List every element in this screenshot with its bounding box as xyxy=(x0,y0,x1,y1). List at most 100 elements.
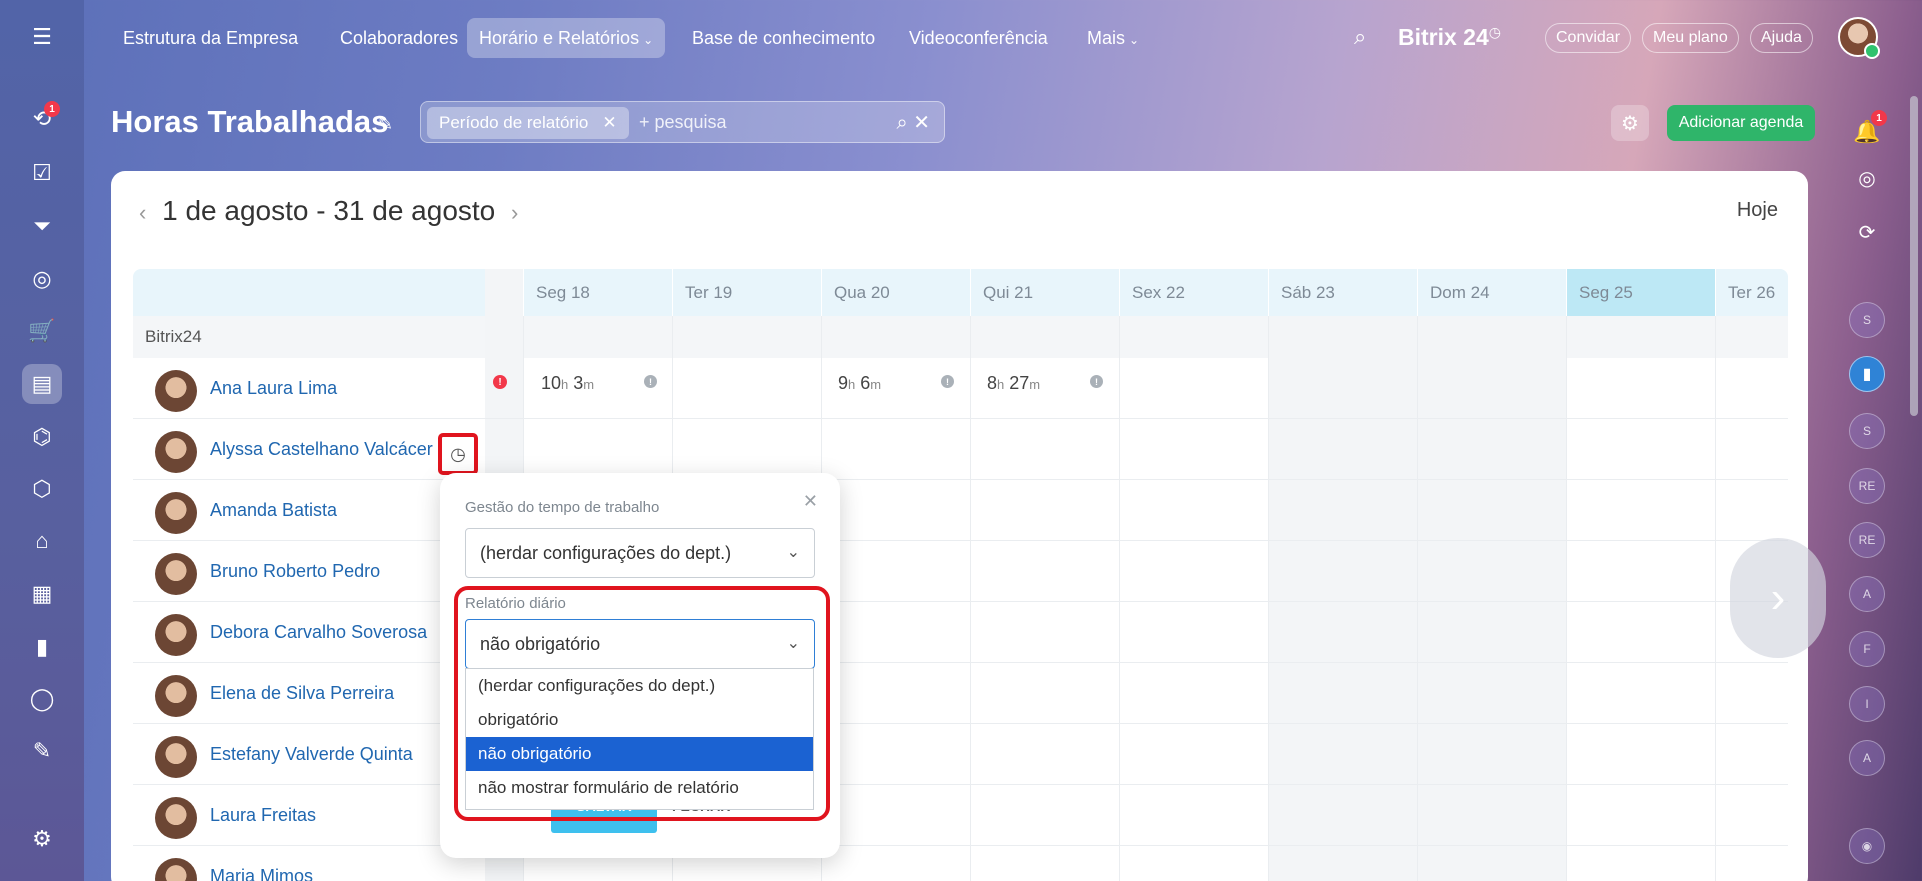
avatar xyxy=(155,370,197,412)
close-icon[interactable]: ✕ xyxy=(602,113,616,132)
info-icon[interactable]: ! xyxy=(941,375,954,388)
table-row: Laura Freitas xyxy=(133,785,1788,846)
time-management-select[interactable]: (herdar configurações do dept.) ⌄ xyxy=(465,528,815,578)
table-row: Estefany Valverde Quinta xyxy=(133,724,1788,785)
employee-name-link[interactable]: Maria Mimos xyxy=(210,866,313,881)
employee-name-link[interactable]: Alyssa Castelhano Valcácer xyxy=(210,439,433,460)
warning-icon[interactable]: ! xyxy=(493,375,507,389)
chat-avatar[interactable]: A xyxy=(1849,576,1885,612)
avatar xyxy=(155,736,197,778)
invite-button[interactable]: Convidar xyxy=(1545,23,1632,53)
scrollbar[interactable] xyxy=(1910,96,1918,416)
table-row: Elena de Silva Perreira xyxy=(133,663,1788,724)
time-entry[interactable]: 9h 6m xyxy=(838,373,881,394)
chevron-left-icon[interactable]: ‹ xyxy=(139,200,146,225)
department-label: Bitrix24 xyxy=(145,327,202,346)
chat-avatar[interactable]: S xyxy=(1849,413,1885,449)
chat-avatar[interactable]: RE xyxy=(1849,522,1885,558)
time-entry[interactable]: 8h 27m xyxy=(987,373,1040,394)
day-column-header: Seg 18 xyxy=(523,269,672,316)
day-column-header: Ter 26 xyxy=(1715,269,1788,316)
refresh-chat-icon[interactable]: ⟳ xyxy=(1851,216,1883,248)
add-schedule-button[interactable]: Adicionar agenda xyxy=(1667,105,1815,141)
avatar xyxy=(155,614,197,656)
left-sidebar: ☰ ⟲ 1 ☑ ⏷ ◎ 🛒 ▤ ⌬ ⬡ ⌂ ▦ ▮ ◯ ✎ ⚙ xyxy=(0,0,84,881)
gear-icon[interactable]: ⚙ xyxy=(1611,105,1649,141)
nav-videoconference[interactable]: Videoconferência xyxy=(897,18,1060,58)
chevron-down-icon: ⌄ xyxy=(786,544,800,561)
bell-icon[interactable]: 🔔 1 xyxy=(1849,110,1887,150)
day-column-header: Ter 19 xyxy=(672,269,821,316)
table-row: Maria Mimos xyxy=(133,846,1788,881)
robot-icon[interactable]: ⌬ xyxy=(22,417,62,457)
avatar xyxy=(155,675,197,717)
page-title: Horas Trabalhadas xyxy=(111,104,389,139)
target-icon[interactable]: ◎ xyxy=(1851,162,1883,194)
calendar-icon[interactable]: ▦ xyxy=(22,574,62,614)
chat-avatar[interactable]: I xyxy=(1849,686,1885,722)
notification-badge: 1 xyxy=(44,101,60,117)
filter-chip[interactable]: Período de relatório ✕ xyxy=(427,107,629,139)
user-avatar[interactable] xyxy=(1838,17,1880,59)
avatar xyxy=(155,431,197,473)
chart-icon[interactable]: ▮ xyxy=(22,627,62,667)
employee-name-link[interactable]: Estefany Valverde Quinta xyxy=(210,744,413,765)
help-button[interactable]: Ajuda xyxy=(1750,23,1813,53)
search-icon[interactable]: ⌕ xyxy=(1354,24,1366,50)
menu-icon[interactable]: ☰ xyxy=(22,17,62,57)
search-clear-icons[interactable]: ⌕ ✕ xyxy=(896,110,930,135)
clock-icon: ◷ xyxy=(1488,24,1501,40)
nav-time-reports[interactable]: Horário e Relatórios ⌄ xyxy=(467,18,666,58)
employee-name-link[interactable]: Debora Carvalho Soverosa xyxy=(210,622,427,643)
chat-avatar[interactable]: S xyxy=(1849,302,1885,338)
employee-name-link[interactable]: Amanda Batista xyxy=(210,500,337,521)
employee-name-link[interactable]: Bruno Roberto Pedro xyxy=(210,561,380,582)
nav-more[interactable]: Mais ⌄ xyxy=(1075,18,1151,58)
chat-avatar[interactable]: F xyxy=(1849,631,1885,667)
settings-icon[interactable]: ⚙ xyxy=(22,819,62,859)
chevron-right-icon[interactable]: › xyxy=(511,200,518,225)
day-column-header: Qui 21 xyxy=(970,269,1119,316)
target-icon[interactable]: ◎ xyxy=(22,259,62,299)
employee-name-link[interactable]: Elena de Silva Perreira xyxy=(210,683,394,704)
clock-icon[interactable]: ◷ xyxy=(438,433,478,475)
brand-logo: Bitrix 24◷ xyxy=(1398,24,1501,50)
nav-company-structure[interactable]: Estrutura da Empresa xyxy=(111,18,310,58)
activity-icon[interactable]: ⟲ 1 xyxy=(22,99,62,139)
close-icon[interactable]: ✕ xyxy=(803,491,818,512)
online-status-icon xyxy=(1864,43,1880,59)
info-icon[interactable]: ! xyxy=(1090,375,1103,388)
date-range: ‹ 1 de agosto - 31 de agosto › xyxy=(139,195,519,226)
table-row: Debora Carvalho Soverosa xyxy=(133,602,1788,663)
info-icon[interactable]: ! xyxy=(644,375,657,388)
right-sidebar: 🔔 1 ◎ ⟳ S ▮ S RE RE A F I A ◉ xyxy=(1812,76,1922,881)
shield-icon[interactable]: ◯ xyxy=(22,679,62,719)
document-icon[interactable]: ✎ xyxy=(22,731,62,771)
chat-avatar[interactable]: RE xyxy=(1849,468,1885,504)
day-column-header: Sáb 23 xyxy=(1268,269,1417,316)
chevron-down-icon: ⌄ xyxy=(643,33,654,47)
chevron-right-icon[interactable]: › xyxy=(1730,538,1826,658)
time-entry[interactable]: 10h 3m xyxy=(541,373,594,394)
search-input[interactable]: + pesquisa xyxy=(639,112,727,133)
chevron-down-icon: ⌄ xyxy=(1129,33,1140,47)
my-plan-button[interactable]: Meu plano xyxy=(1642,23,1739,53)
nav-employees[interactable]: Colaboradores xyxy=(328,18,470,58)
day-column-header: Qua 20 xyxy=(821,269,970,316)
cart-icon[interactable]: 🛒 xyxy=(22,311,62,351)
employee-name-link[interactable]: Ana Laura Lima xyxy=(210,378,337,399)
bookmark-icon[interactable]: ▮ xyxy=(1849,356,1885,392)
copilot-icon[interactable]: ◉ xyxy=(1849,828,1885,864)
store-icon[interactable]: ⌂ xyxy=(22,521,62,561)
box-icon[interactable]: ⬡ xyxy=(22,469,62,509)
funnel-icon[interactable]: ⏷ xyxy=(22,206,62,246)
employee-name-link[interactable]: Laura Freitas xyxy=(210,805,316,826)
table-row: Ana Laura Lima xyxy=(133,358,1788,419)
chat-avatar[interactable]: A xyxy=(1849,740,1885,776)
tasks-icon[interactable]: ☑ xyxy=(22,153,62,193)
contact-card-icon[interactable]: ▤ xyxy=(22,364,62,404)
filter-search-box[interactable]: Período de relatório ✕ + pesquisa ⌕ ✕ xyxy=(420,101,945,143)
today-button[interactable]: Hoje xyxy=(1737,199,1778,222)
pin-icon[interactable]: ✎ xyxy=(378,114,393,135)
nav-knowledge-base[interactable]: Base de conhecimento xyxy=(680,18,887,58)
